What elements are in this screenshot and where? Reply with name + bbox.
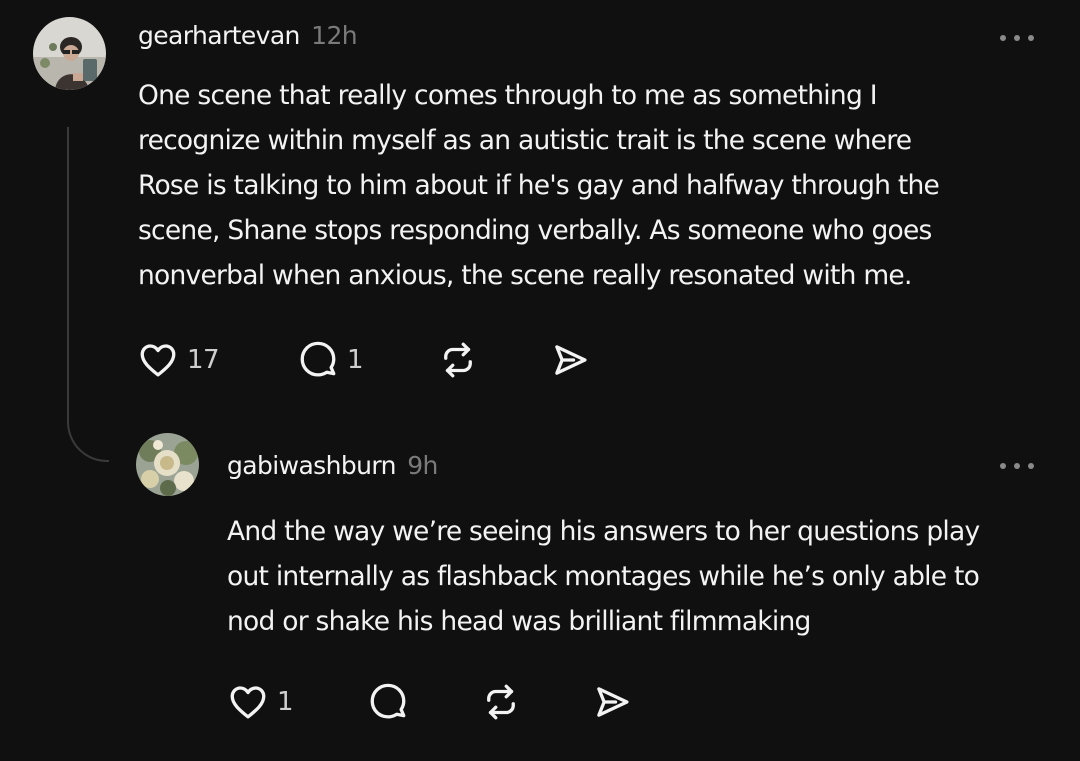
reply-button[interactable] <box>367 681 409 723</box>
comment-text: And the way we’re seeing his answers to … <box>227 509 1072 644</box>
comment-text-line: recognize within myself as an autistic t… <box>138 125 912 156</box>
like-count: 17 <box>187 345 220 375</box>
comment-icon <box>300 341 336 377</box>
like-count: 1 <box>277 687 294 717</box>
more-icon[interactable] <box>1000 33 1034 43</box>
comment-icon <box>370 683 406 719</box>
timestamp: 12h <box>311 21 358 50</box>
avatar[interactable] <box>33 17 106 90</box>
username[interactable]: gabiwashburn <box>227 451 396 480</box>
like-button[interactable]: 1 <box>227 681 294 723</box>
repost-icon <box>487 684 515 720</box>
timestamp: 9h <box>407 451 438 480</box>
comment-text: One scene that really comes through to m… <box>138 73 1073 298</box>
like-button[interactable]: 17 <box>137 339 220 381</box>
comment-text-line: And the way we’re seeing his answers to … <box>227 516 980 547</box>
comment-header: gearhartevan 12h <box>138 21 358 50</box>
share-icon <box>555 345 587 375</box>
comment-header: gabiwashburn 9h <box>227 451 438 480</box>
reply-count: 1 <box>347 345 364 375</box>
heart-icon <box>230 686 266 719</box>
comment-text-line: nonverbal when anxious, the scene really… <box>138 260 912 291</box>
heart-icon <box>140 344 176 377</box>
share-button[interactable] <box>591 681 633 723</box>
reply-button[interactable]: 1 <box>297 339 364 381</box>
share-button[interactable] <box>549 339 591 381</box>
avatar[interactable] <box>136 433 199 496</box>
comment-text-line: scene, Shane stops responding verbally. … <box>138 215 932 246</box>
username[interactable]: gearhartevan <box>138 21 300 50</box>
comment-text-line: One scene that really comes through to m… <box>138 80 878 111</box>
comment-text-line: nod or shake his head was brilliant film… <box>227 606 811 637</box>
comment-text-line: out internally as flashback montages whi… <box>227 561 980 592</box>
repost-button[interactable] <box>437 339 479 381</box>
repost-button[interactable] <box>480 681 522 723</box>
comment-text-line: Rose is talking to him about if he's gay… <box>138 170 940 201</box>
more-icon[interactable] <box>1000 461 1034 471</box>
repost-icon <box>444 342 472 378</box>
share-icon <box>597 687 629 717</box>
thread-connector-line <box>67 127 109 462</box>
